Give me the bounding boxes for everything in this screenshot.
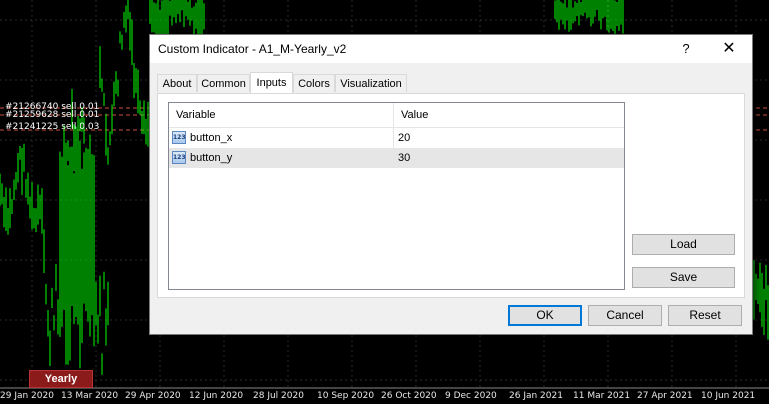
table-row[interactable]: 123 button_y 30 xyxy=(169,148,624,168)
variable-value[interactable]: 20 xyxy=(398,128,410,148)
tab-colors[interactable]: Colors xyxy=(293,74,335,92)
variable-name: button_y xyxy=(190,152,233,164)
date-axis-label: 28 Jul 2020 xyxy=(253,391,304,401)
ok-button[interactable]: OK xyxy=(508,305,582,326)
custom-indicator-dialog: Custom Indicator - A1_M-Yearly_v2 ? ✕ Ab… xyxy=(149,34,753,335)
numeric-param-icon: 123 xyxy=(172,131,186,144)
close-button[interactable]: ✕ xyxy=(712,37,746,61)
date-axis-label: 29 Jan 2020 xyxy=(0,391,54,401)
inputs-panel: Variable Value 123 button_x 20 123 butto… xyxy=(157,93,745,298)
reset-button[interactable]: Reset xyxy=(668,305,742,326)
trade-label: #21259628 sell 0.01 xyxy=(5,110,100,120)
save-button[interactable]: Save xyxy=(632,267,735,288)
date-axis-label: 29 Apr 2020 xyxy=(125,391,181,401)
tab-inputs[interactable]: Inputs xyxy=(250,72,293,93)
date-axis-label: 26 Oct 2020 xyxy=(381,391,437,401)
dialog-title: Custom Indicator - A1_M-Yearly_v2 xyxy=(158,42,347,56)
cell-divider xyxy=(393,128,394,148)
tab-about[interactable]: About xyxy=(157,74,197,92)
date-axis-label: 12 Jun 2020 xyxy=(189,391,244,401)
date-axis-label: 10 Sep 2020 xyxy=(317,391,375,401)
date-axis-label: 13 Mar 2020 xyxy=(61,391,119,401)
date-axis-label: 10 Jun 2021 xyxy=(701,391,756,401)
cell-divider xyxy=(393,148,394,168)
load-button[interactable]: Load xyxy=(632,234,735,255)
column-header-value[interactable]: Value xyxy=(401,103,428,127)
date-axis-label: 11 Mar 2021 xyxy=(573,391,631,401)
table-row[interactable]: 123 button_x 20 xyxy=(169,128,624,148)
numeric-param-icon: 123 xyxy=(172,151,186,164)
variable-name: button_x xyxy=(190,132,233,144)
tab-visualization[interactable]: Visualization xyxy=(335,74,407,92)
date-axis-label: 27 Apr 2021 xyxy=(637,391,693,401)
variable-value[interactable]: 30 xyxy=(398,148,410,168)
yearly-button[interactable]: Yearly xyxy=(29,370,93,388)
help-button[interactable]: ? xyxy=(676,39,696,59)
date-axis-label: 9 Dec 2020 xyxy=(445,391,497,401)
cancel-button[interactable]: Cancel xyxy=(588,305,662,326)
inputs-table: Variable Value 123 button_x 20 123 butto… xyxy=(168,102,625,290)
column-header-variable[interactable]: Variable xyxy=(176,103,216,127)
date-axis-label: 26 Jan 2021 xyxy=(509,391,563,401)
trade-label: #21241225 sell 0.03 xyxy=(5,122,100,132)
table-header: Variable Value xyxy=(169,103,624,128)
tab-common[interactable]: Common xyxy=(197,74,250,92)
dialog-titlebar[interactable]: Custom Indicator - A1_M-Yearly_v2 ? ✕ xyxy=(150,35,752,63)
column-divider[interactable] xyxy=(393,103,394,127)
